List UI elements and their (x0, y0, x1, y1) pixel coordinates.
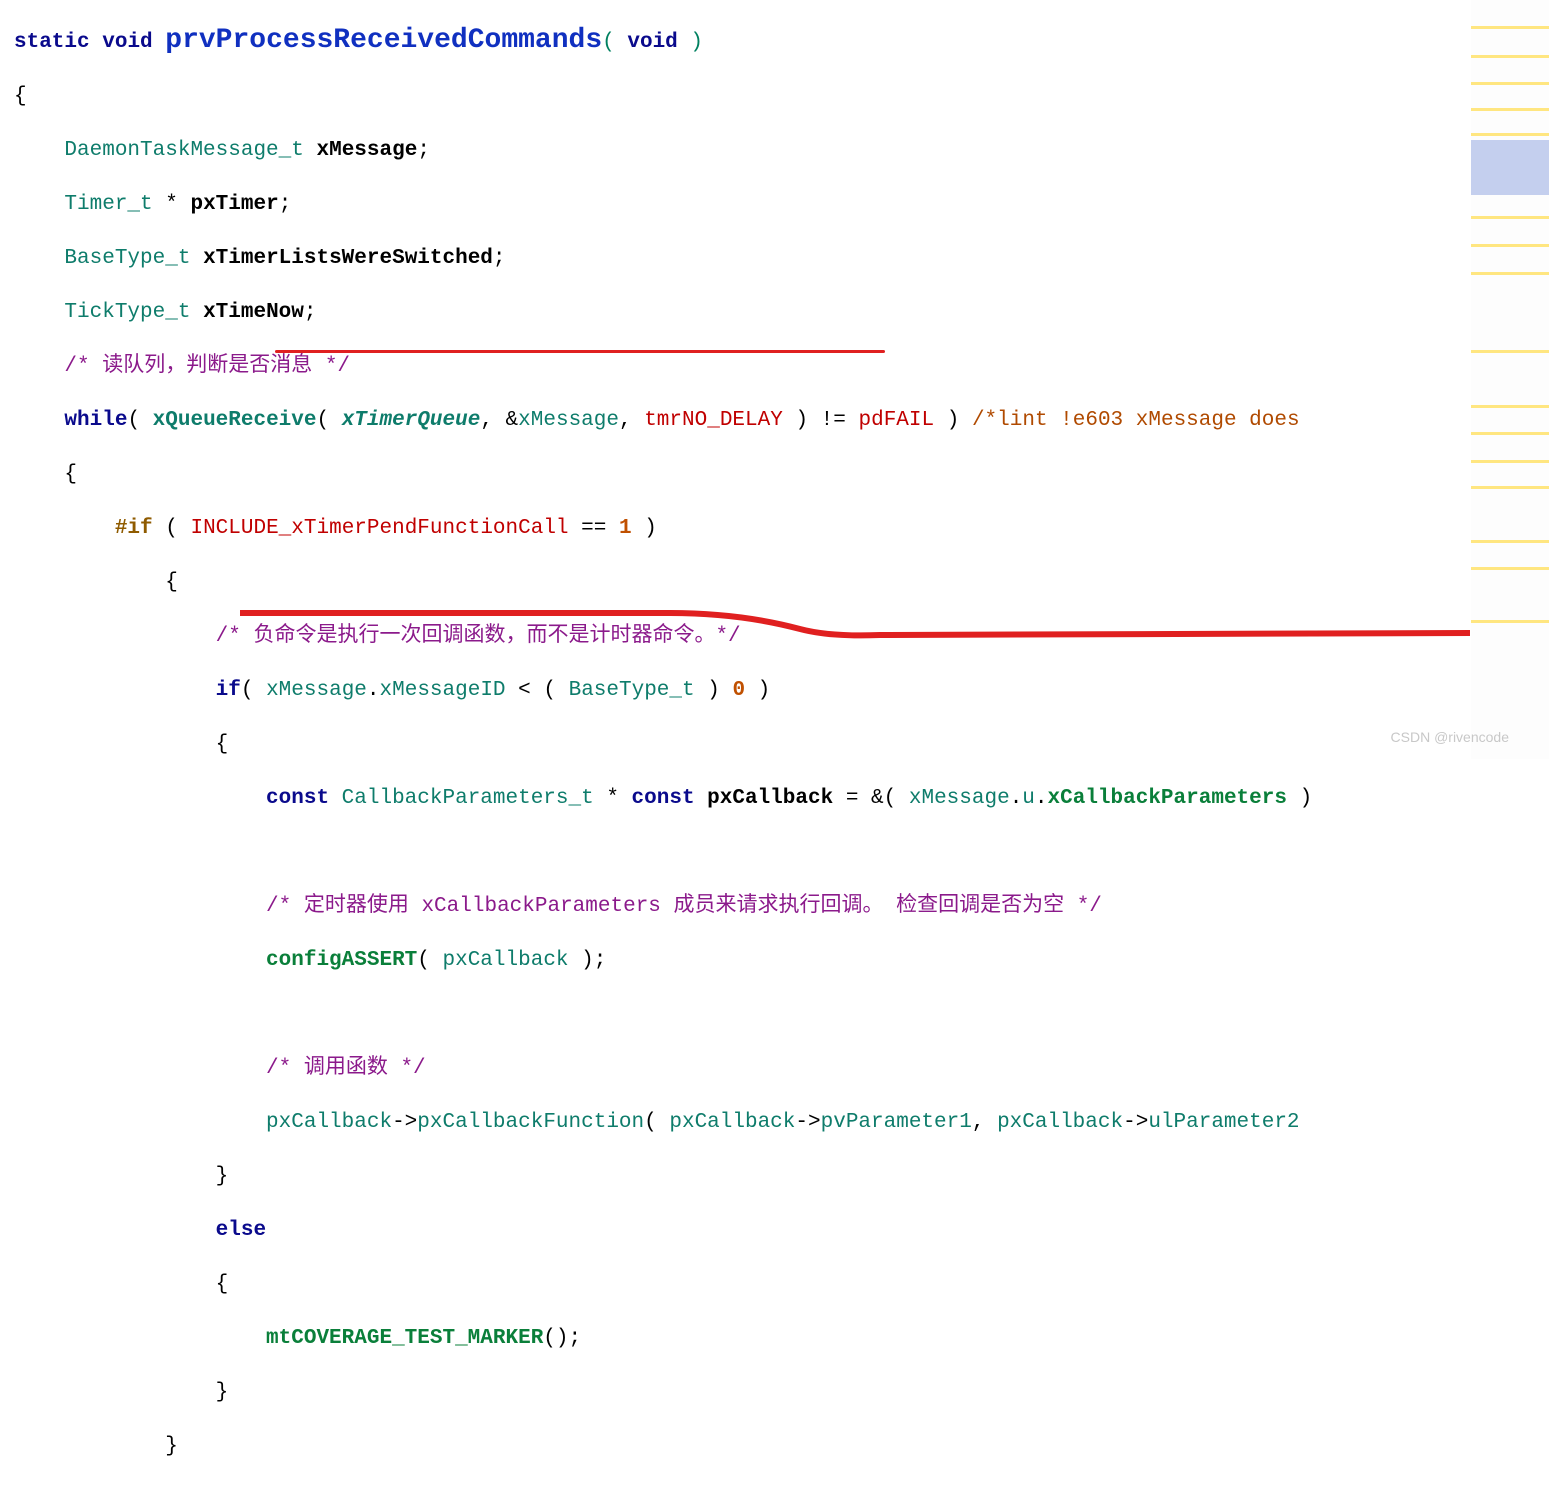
minimap-mark (1471, 82, 1549, 85)
watermark: CSDN @rivencode (1391, 724, 1509, 751)
minimap-mark (1471, 26, 1549, 29)
minimap-mark (1471, 540, 1549, 543)
code-line: Timer_t * pxTimer; (0, 191, 1470, 218)
code-line (0, 1001, 1470, 1028)
code-line: /* 定时器使用 xCallbackParameters 成员来请求执行回调。 … (0, 893, 1470, 920)
minimap-mark (1471, 432, 1549, 435)
minimap-mark (1471, 55, 1549, 58)
code-line: /* 负命令是执行一次回调函数，而不是计时器命令。*/ (0, 623, 1470, 650)
code-line: BaseType_t xTimerListsWereSwitched; (0, 245, 1470, 272)
code-line: else (0, 1217, 1470, 1244)
comment: /* 调用函数 */ (266, 1057, 426, 1080)
code-line: { (0, 569, 1470, 596)
code-editor[interactable]: static void prvProcessReceivedCommands( … (0, 0, 1470, 759)
keyword-void: void (102, 31, 152, 54)
code-line: static void prvProcessReceivedCommands( … (0, 27, 1470, 56)
comment: /* 负命令是执行一次回调函数，而不是计时器命令。*/ (216, 625, 741, 648)
minimap-mark (1471, 460, 1549, 463)
minimap-mark (1471, 486, 1549, 489)
lint-comment: /*lint !e603 xMessage does (972, 409, 1300, 432)
code-line: configASSERT( pxCallback ); (0, 947, 1470, 974)
minimap-mark (1471, 244, 1549, 247)
code-line: } (0, 1433, 1470, 1460)
minimap-mark (1471, 216, 1549, 219)
code-line (0, 839, 1470, 866)
code-line: pxCallback->pxCallbackFunction( pxCallba… (0, 1109, 1470, 1136)
code-line: /* 读队列，判断是否消息 */ (0, 353, 1470, 380)
code-line: { (0, 1271, 1470, 1298)
minimap-mark (1471, 108, 1549, 111)
code-line: } (0, 1163, 1470, 1190)
code-line: while( xQueueReceive( xTimerQueue, &xMes… (0, 407, 1470, 434)
code-line: } (0, 1379, 1470, 1406)
minimap-mark (1471, 405, 1549, 408)
function-name: prvProcessReceivedCommands (165, 25, 602, 56)
comment: /* 读队列，判断是否消息 */ (64, 355, 350, 378)
code-line: DaemonTaskMessage_t xMessage; (0, 137, 1470, 164)
minimap-mark (1471, 272, 1549, 275)
minimap-mark (1471, 567, 1549, 570)
minimap-mark (1471, 133, 1549, 136)
minimap-viewport[interactable] (1471, 140, 1549, 195)
keyword-static: static (14, 31, 90, 54)
minimap[interactable] (1471, 0, 1549, 759)
code-line: if( xMessage.xMessageID < ( BaseType_t )… (0, 677, 1470, 704)
code-line: const CallbackParameters_t * const pxCal… (0, 785, 1470, 812)
code-line: /* 调用函数 */ (0, 1055, 1470, 1082)
code-line: { (0, 731, 1470, 758)
code-line: { (0, 83, 1470, 110)
minimap-mark (1471, 620, 1549, 623)
code-line: { (0, 461, 1470, 488)
minimap-mark (1471, 350, 1549, 353)
code-line: #if ( INCLUDE_xTimerPendFunctionCall == … (0, 515, 1470, 542)
code-line: TickType_t xTimeNow; (0, 299, 1470, 326)
preprocessor-if: #if (115, 517, 153, 540)
code-line: mtCOVERAGE_TEST_MARKER(); (0, 1325, 1470, 1352)
comment: /* 定时器使用 xCallbackParameters 成员来请求执行回调。 … (266, 895, 1102, 918)
